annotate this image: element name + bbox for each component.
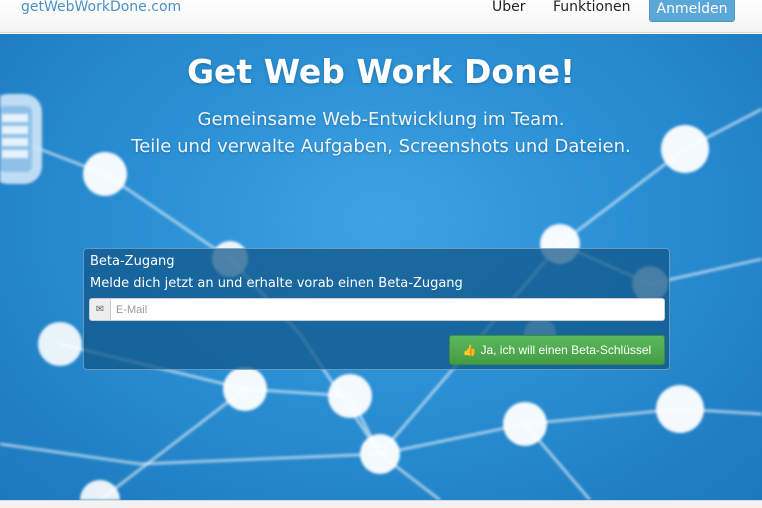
envelope-icon: ✉ <box>90 299 111 320</box>
login-button[interactable]: Anmelden <box>649 0 735 22</box>
beta-key-submit-label: Ja, ich will einen Beta-Schlüssel <box>480 343 652 357</box>
page-footer-strip <box>0 500 762 508</box>
email-field[interactable] <box>112 299 664 320</box>
top-navbar: getWebWorkDone.com Über Funktionen Anmel… <box>0 0 762 33</box>
hero-section: Get Web Work Done! Gemeinsame Web-Entwic… <box>0 34 762 500</box>
nav-link-ueber[interactable]: Über <box>492 0 526 15</box>
thumbs-up-icon: 👍 <box>462 344 477 357</box>
nav-link-funktionen[interactable]: Funktionen <box>553 0 630 15</box>
hero-subtitle-line2: Teile und verwalte Aufgaben, Screenshots… <box>131 136 631 157</box>
hero-subtitle-line1: Gemeinsame Web-Entwicklung im Team. <box>197 109 565 130</box>
beta-panel-description: Melde dich jetzt an und erhalte vorab ei… <box>90 276 463 291</box>
hero-title: Get Web Work Done! <box>186 52 576 91</box>
brand-link[interactable]: getWebWorkDone.com <box>21 0 181 15</box>
beta-signup-panel: Beta-Zugang Melde dich jetzt an und erha… <box>83 248 670 370</box>
email-input-group: ✉ <box>89 298 665 321</box>
beta-panel-heading: Beta-Zugang <box>90 254 175 269</box>
beta-key-submit-button[interactable]: 👍 Ja, ich will einen Beta-Schlüssel <box>449 335 665 365</box>
